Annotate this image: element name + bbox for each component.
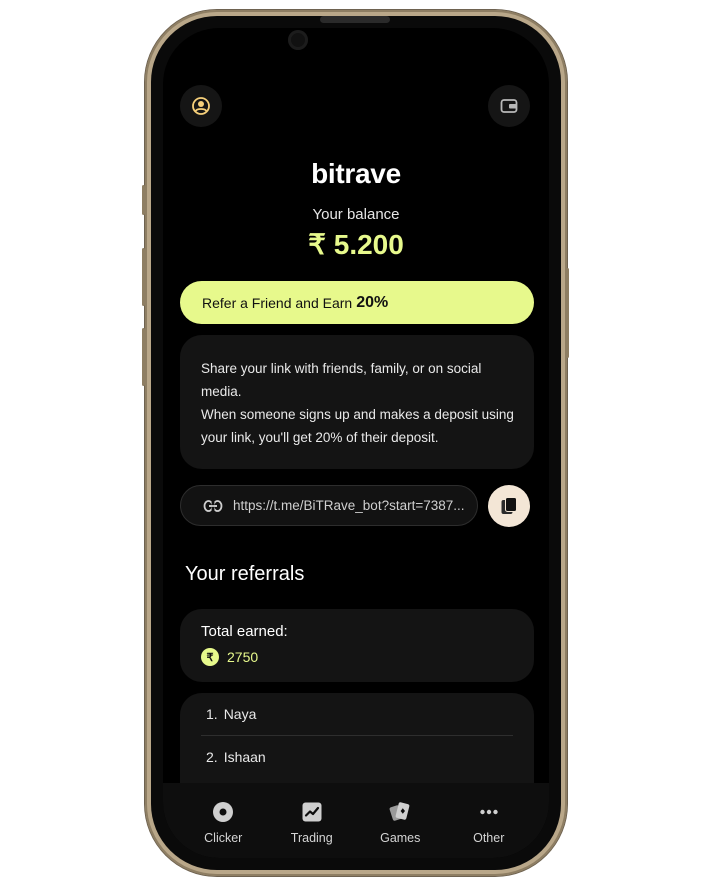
total-earned-value: 2750 <box>227 649 259 665</box>
phone-volume-up-button <box>142 248 145 306</box>
nav-label-clicker: Clicker <box>204 831 243 845</box>
info-paragraph-share: Share your link with friends, family, or… <box>201 361 482 399</box>
cards-icon <box>389 802 410 821</box>
list-item-number: 2. <box>206 749 218 765</box>
app-screen: bitrave Your balance ₹ 5.200 Refer a Fri… <box>163 28 549 858</box>
balance-label: Your balance <box>312 206 400 223</box>
more-icon <box>480 809 498 815</box>
refer-banner-text: Refer a Friend and Earn <box>202 294 353 311</box>
clicker-icon <box>213 802 234 822</box>
wallet-button[interactable] <box>488 85 530 127</box>
phone-volume-down-button <box>142 328 145 386</box>
phone-power-button <box>566 268 569 358</box>
list-item-name: Ishaan <box>223 749 266 765</box>
copy-icon <box>501 497 517 514</box>
refer-banner[interactable]: Refer a Friend and Earn 20% <box>180 281 534 324</box>
nav-item-games[interactable]: Games <box>362 783 438 858</box>
balance-value: ₹ 5.200 <box>308 229 404 260</box>
nav-item-other[interactable]: Other <box>451 783 527 858</box>
front-camera <box>288 30 308 50</box>
brand-title: bitrave <box>311 158 401 189</box>
list-item-number: 1. <box>206 706 218 722</box>
referral-link-field[interactable]: https://t.me/BiTRave_bot?start=7387... <box>180 485 478 526</box>
nav-item-trading[interactable]: Trading <box>274 783 350 858</box>
list-item[interactable]: 2. Ishaan <box>201 736 513 778</box>
list-item[interactable]: 1. Naya <box>201 693 513 736</box>
nav-label-other: Other <box>473 831 505 845</box>
refer-banner-percent: 20% <box>356 293 389 311</box>
nav-item-clicker[interactable]: Clicker <box>185 783 261 858</box>
info-paragraph-deposit: When someone signs up and makes a deposi… <box>201 407 514 445</box>
profile-button[interactable] <box>180 85 222 127</box>
total-earned-label: Total earned: <box>201 623 288 640</box>
referral-link-text: https://t.me/BiTRave_bot?start=7387... <box>233 498 465 513</box>
list-item-name: Naya <box>223 706 257 722</box>
profile-icon <box>192 97 210 115</box>
nav-label-games: Games <box>380 831 421 845</box>
phone-speaker <box>320 16 390 23</box>
bottom-nav: Clicker Trading Games Other <box>163 783 549 858</box>
phone-side-button <box>142 185 145 215</box>
chart-icon <box>302 802 322 822</box>
referral-info-card: Share your link with friends, family, or… <box>180 335 534 469</box>
total-earned-card: Total earned: ₹ 2750 <box>180 609 534 682</box>
rupee-coin-icon: ₹ <box>201 648 219 666</box>
referrals-title: Your referrals <box>185 563 305 585</box>
wallet-icon <box>500 99 518 113</box>
copy-link-button[interactable] <box>488 485 530 527</box>
nav-label-trading: Trading <box>290 831 333 845</box>
link-icon <box>203 499 223 512</box>
